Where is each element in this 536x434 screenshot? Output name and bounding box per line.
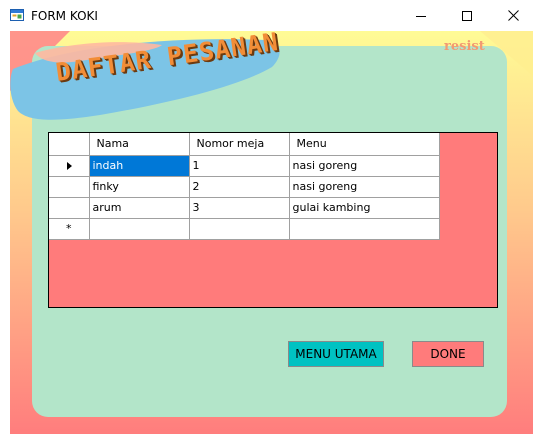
- minimize-button[interactable]: [398, 0, 444, 31]
- orders-table: Nama Nomor meja Menu indah 1 nasi goreng…: [49, 133, 440, 240]
- minimize-icon: [416, 15, 426, 17]
- table-cell-menu[interactable]: nasi goreng: [288, 154, 440, 177]
- new-row-cell-menu[interactable]: [288, 217, 440, 240]
- window-title: FORM KOKI: [31, 9, 98, 23]
- table-cell-menu[interactable]: nasi goreng: [288, 175, 440, 198]
- column-header-nomor-meja[interactable]: Nomor meja: [188, 133, 290, 156]
- row-header[interactable]: [49, 175, 90, 198]
- new-row[interactable]: *: [49, 217, 440, 240]
- header-row: Nama Nomor meja Menu: [49, 133, 440, 156]
- current-row-arrow-icon: [67, 162, 73, 170]
- table-cell-menu[interactable]: gulai kambing: [288, 196, 440, 219]
- column-header-menu[interactable]: Menu: [288, 133, 440, 156]
- menu-utama-button[interactable]: MENU UTAMA: [288, 341, 384, 367]
- new-row-cell-nama[interactable]: [88, 217, 190, 240]
- maximize-button[interactable]: [444, 0, 490, 31]
- corner-header-cell[interactable]: [49, 133, 90, 156]
- column-header-nama[interactable]: Nama: [88, 133, 190, 156]
- table-cell-nama[interactable]: indah: [88, 154, 190, 177]
- done-button[interactable]: DONE: [412, 341, 484, 367]
- table-cell-nama[interactable]: finky: [88, 175, 190, 198]
- table-row[interactable]: arum 3 gulai kambing: [49, 196, 440, 219]
- close-button[interactable]: [490, 0, 536, 31]
- table-cell-nomor-meja[interactable]: 1: [188, 154, 290, 177]
- new-row-header[interactable]: *: [49, 217, 90, 240]
- table-cell-nomor-meja[interactable]: 2: [188, 175, 290, 198]
- orders-grid[interactable]: Nama Nomor meja Menu indah 1 nasi goreng…: [48, 132, 498, 308]
- row-header[interactable]: [49, 196, 90, 219]
- brand-label: resist: [444, 39, 485, 54]
- form-app-icon: [10, 9, 24, 21]
- new-row-marker-icon: *: [66, 222, 72, 235]
- table-cell-nomor-meja[interactable]: 3: [188, 196, 290, 219]
- table-row[interactable]: indah 1 nasi goreng: [49, 154, 440, 177]
- table-row[interactable]: finky 2 nasi goreng: [49, 175, 440, 198]
- title-bar: FORM KOKI: [0, 0, 536, 31]
- close-icon: [507, 10, 519, 21]
- table-cell-nama[interactable]: arum: [88, 196, 190, 219]
- maximize-icon: [462, 10, 472, 21]
- row-header-current[interactable]: [49, 154, 90, 177]
- form-client-area: DAFTAR PESANAN resist Nama Nomor meja Me…: [10, 31, 533, 434]
- new-row-cell-nomor-meja[interactable]: [188, 217, 290, 240]
